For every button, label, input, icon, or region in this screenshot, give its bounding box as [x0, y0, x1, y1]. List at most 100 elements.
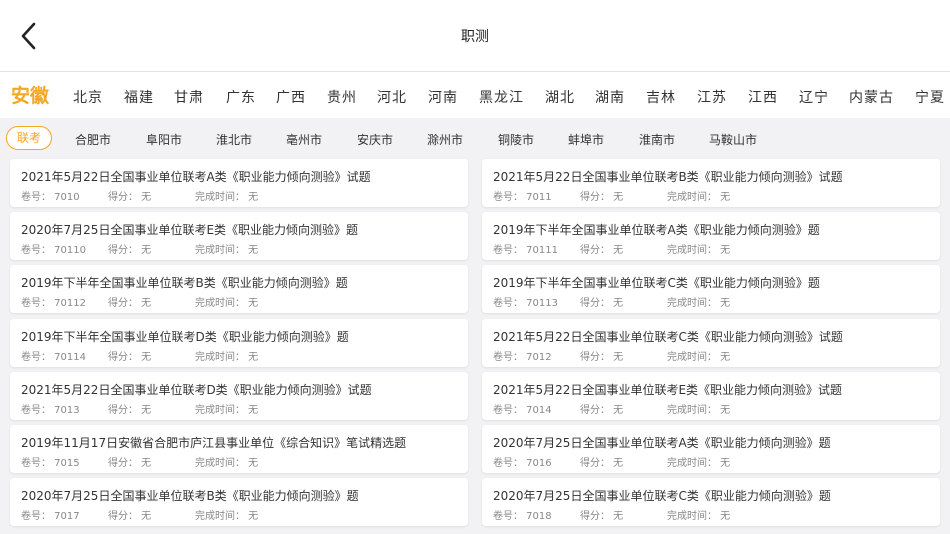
province-tab[interactable]: 吉林	[646, 87, 676, 107]
paper-number: 卷号： 7016	[493, 458, 552, 469]
paper-card[interactable]: 2021年5月22日全国事业单位联考D类《职业能力倾向测验》试题 卷号： 7013…	[10, 371, 468, 420]
paper-completion-time: 完成时间： 无	[667, 351, 731, 363]
paper-completion-time: 完成时间： 无	[195, 351, 259, 363]
city-filter-bar: 联考 合肥市 阜阳市 淮北市 亳州市 安庆市 滁州市 铜陵市 蚌埠市 淮南市 马鞍山市	[0, 118, 950, 158]
paper-completion-time: 完成时间： 无	[195, 511, 259, 523]
paper-completion-time: 完成时间： 无	[667, 511, 731, 523]
paper-number: 卷号： 70114	[21, 351, 86, 363]
province-tab[interactable]: 广东	[226, 87, 256, 107]
paper-title: 2020年7月25日全国事业单位联考C类《职业能力倾向测验》题	[493, 489, 831, 504]
paper-number: 卷号： 7018	[493, 511, 552, 523]
city-tab[interactable]: 马鞍山市	[709, 131, 757, 148]
city-tab[interactable]: 淮南市	[639, 131, 675, 148]
paper-title: 2021年5月22日全国事业单位联考E类《职业能力倾向测验》试题	[493, 382, 843, 397]
page-title: 职测	[461, 29, 489, 45]
paper-number: 卷号： 70111	[493, 245, 558, 257]
paper-title: 2019年11月17日安徽省合肥市庐江县事业单位《综合知识》笔试精选题	[21, 436, 407, 450]
paper-title: 2021年5月22日全国事业单位联考C类《职业能力倾向测验》试题	[493, 329, 843, 344]
paper-number: 卷号： 70113	[493, 298, 558, 310]
paper-completion-time: 完成时间： 无	[195, 245, 259, 257]
paper-card[interactable]: 2019年下半年全国事业单位联考C类《职业能力倾向测验》题 卷号： 70113 得分…	[482, 265, 940, 314]
paper-title: 2019年下半年全国事业单位联考C类《职业能力倾向测验》题	[493, 276, 820, 291]
paper-completion-time: 完成时间： 无	[667, 404, 731, 416]
paper-title: 2021年5月22日全国事业单位联考D类《职业能力倾向测验》试题	[21, 382, 372, 397]
city-tab[interactable]: 联考	[6, 126, 53, 150]
city-tab[interactable]: 滁州市	[427, 131, 463, 148]
paper-number: 卷号： 70112	[21, 298, 86, 310]
paper-completion-time: 完成时间： 无	[195, 404, 259, 416]
province-tab[interactable]: 辽宁	[799, 87, 829, 107]
paper-number: 卷号： 7013	[21, 404, 80, 416]
paper-number: 卷号： 7010	[21, 192, 80, 203]
paper-score: 得分： 无	[580, 511, 624, 523]
paper-number: 卷号： 70110	[21, 245, 86, 257]
province-tab[interactable]: 宁夏	[915, 87, 945, 107]
paper-number: 卷号： 7017	[21, 511, 80, 523]
paper-title: 2020年7月25日全国事业单位联考E类《职业能力倾向测验》题	[21, 223, 359, 238]
paper-number: 卷号： 7011	[493, 192, 552, 203]
paper-card[interactable]: 2019年11月17日安徽省合肥市庐江县事业单位《综合知识》笔试精选题 卷号： 7…	[10, 425, 468, 473]
paper-completion-time: 完成时间： 无	[667, 458, 731, 469]
paper-card[interactable]: 2021年5月22日全国事业单位联考B类《职业能力倾向测验》试题 卷号： 7011…	[482, 159, 940, 207]
paper-card[interactable]: 2019年下半年全国事业单位联考B类《职业能力倾向测验》题 卷号： 70112 得分…	[10, 265, 468, 314]
province-tab[interactable]: 内蒙古	[849, 87, 894, 107]
city-tab[interactable]: 亳州市	[286, 131, 322, 148]
city-tab[interactable]: 阜阳市	[146, 131, 182, 148]
province-tab[interactable]: 河北	[377, 87, 407, 107]
paper-completion-time: 完成时间： 无	[667, 245, 731, 257]
paper-title: 2021年5月22日全国事业单位联考B类《职业能力倾向测验》试题	[493, 170, 843, 184]
paper-score: 得分： 无	[580, 245, 624, 257]
paper-card[interactable]: 2020年7月25日全国事业单位联考C类《职业能力倾向测验》题 卷号： 7018 得…	[482, 478, 940, 527]
city-tab[interactable]: 蚌埠市	[568, 131, 604, 148]
top-nav-bar: 职测	[0, 0, 950, 72]
paper-completion-time: 完成时间： 无	[667, 298, 731, 310]
province-tab[interactable]: 湖北	[545, 87, 575, 107]
paper-score: 得分： 无	[580, 192, 624, 203]
paper-title: 2021年5月22日全国事业单位联考A类《职业能力倾向测验》试题	[21, 170, 371, 184]
paper-score: 得分： 无	[108, 192, 152, 203]
paper-card[interactable]: 2019年下半年全国事业单位联考D类《职业能力倾向测验》题 卷号： 70114 得分…	[10, 318, 468, 367]
paper-score: 得分： 无	[108, 298, 152, 310]
city-tab[interactable]: 淮北市	[216, 131, 252, 148]
province-tab-bar: 安徽 北京 福建 甘肃 广东 广西 贵州 河北 河南 黑龙江 湖北 湖南 吉林 江苏 江西 辽宁 内蒙古 宁夏	[0, 72, 950, 118]
paper-score: 得分： 无	[108, 351, 152, 363]
province-tab[interactable]: 福建	[124, 87, 154, 107]
paper-score: 得分： 无	[580, 404, 624, 416]
paper-score: 得分： 无	[108, 404, 152, 416]
paper-title: 2020年7月25日全国事业单位联考A类《职业能力倾向测验》题	[493, 436, 831, 450]
province-tab[interactable]: 江西	[748, 87, 778, 107]
paper-score: 得分： 无	[108, 511, 152, 523]
paper-card[interactable]: 2021年5月22日全国事业单位联考E类《职业能力倾向测验》试题 卷号： 7014…	[482, 371, 940, 420]
paper-score: 得分： 无	[580, 351, 624, 363]
province-tab[interactable]: 安徽	[11, 81, 49, 108]
city-tab[interactable]: 合肥市	[75, 131, 111, 148]
province-list: 安徽 北京 福建 甘肃 广东 广西 贵州 河北 河南 黑龙江 湖北 湖南 吉林 江苏 江西 辽宁 内蒙古 宁夏	[0, 72, 950, 118]
province-tab[interactable]: 河南	[428, 87, 458, 107]
province-tab[interactable]: 广西	[276, 87, 306, 107]
paper-score: 得分： 无	[108, 458, 152, 469]
province-tab[interactable]: 贵州	[327, 87, 357, 107]
paper-number: 卷号： 7014	[493, 404, 552, 416]
paper-score: 得分： 无	[580, 458, 624, 469]
province-tab[interactable]: 江苏	[697, 87, 727, 107]
paper-title: 2019年下半年全国事业单位联考B类《职业能力倾向测验》题	[21, 276, 348, 291]
province-tab[interactable]: 甘肃	[174, 87, 204, 107]
paper-card[interactable]: 2021年5月22日全国事业单位联考A类《职业能力倾向测验》试题 卷号： 7010…	[10, 159, 468, 207]
paper-completion-time: 完成时间： 无	[195, 298, 259, 310]
paper-score: 得分： 无	[580, 298, 624, 310]
paper-completion-time: 完成时间： 无	[195, 458, 259, 469]
paper-title: 2019年下半年全国事业单位联考A类《职业能力倾向测验》题	[493, 223, 820, 238]
paper-card[interactable]: 2020年7月25日全国事业单位联考B类《职业能力倾向测验》题 卷号： 7017 得…	[10, 478, 468, 527]
paper-card[interactable]: 2020年7月25日全国事业单位联考A类《职业能力倾向测验》题 卷号： 7016 得…	[482, 425, 940, 473]
province-tab[interactable]: 黑龙江	[479, 87, 524, 107]
city-tab[interactable]: 安庆市	[357, 131, 393, 148]
city-tab[interactable]: 铜陵市	[498, 131, 534, 148]
paper-card[interactable]: 2019年下半年全国事业单位联考A类《职业能力倾向测验》题 卷号： 70111 得分…	[482, 212, 940, 261]
paper-title: 2020年7月25日全国事业单位联考B类《职业能力倾向测验》题	[21, 489, 359, 504]
province-tab[interactable]: 北京	[73, 87, 103, 107]
paper-card[interactable]: 2021年5月22日全国事业单位联考C类《职业能力倾向测验》试题 卷号： 7012…	[482, 318, 940, 367]
province-tab[interactable]: 湖南	[595, 87, 625, 107]
paper-card[interactable]: 2020年7月25日全国事业单位联考E类《职业能力倾向测验》题 卷号： 70110…	[10, 212, 468, 261]
paper-number: 卷号： 7015	[21, 458, 80, 469]
paper-title: 2019年下半年全国事业单位联考D类《职业能力倾向测验》题	[21, 329, 349, 344]
